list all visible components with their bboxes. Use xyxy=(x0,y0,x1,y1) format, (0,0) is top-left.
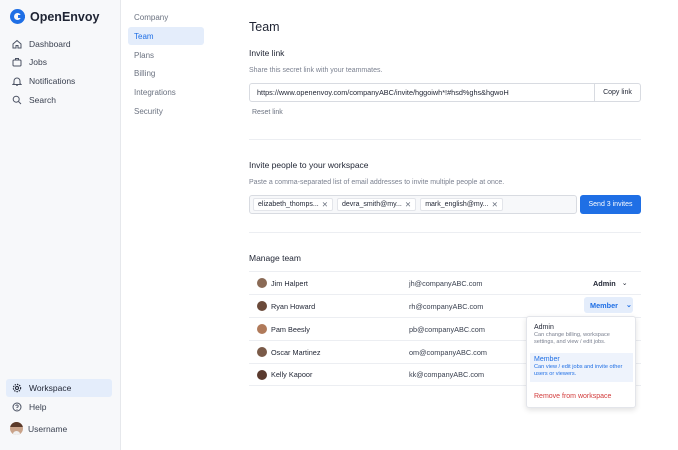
member-email: kk@companyABC.com xyxy=(409,370,485,379)
member-name: Oscar Martinez xyxy=(271,347,321,357)
logo-icon xyxy=(10,9,25,24)
subnav-item-team[interactable]: Team xyxy=(128,27,204,45)
reset-link-button[interactable]: Reset link xyxy=(252,109,283,116)
subnav-item-integrations[interactable]: Integrations xyxy=(128,83,204,101)
sidebar-item-label: Search xyxy=(29,95,56,105)
email-chip-label: elizabeth_thomps... xyxy=(258,201,319,208)
role-option-description: Can change billing, workspace settings, … xyxy=(534,332,610,346)
sidebar-item-dashboard[interactable]: Dashboard xyxy=(6,35,112,53)
divider xyxy=(249,139,641,140)
manage-team-heading: Manage team xyxy=(249,253,301,263)
sidebar-item-label: Notifications xyxy=(29,76,76,86)
sidebar-item-help[interactable]: Help xyxy=(6,398,112,416)
invite-link-url[interactable]: https://www.openenvoy.com/companyABC/inv… xyxy=(250,88,594,97)
sidebar-item-label: Jobs xyxy=(29,57,47,67)
email-chip-label: devra_smith@my... xyxy=(342,201,402,208)
subnav-item-company[interactable]: Company xyxy=(128,8,204,26)
avatar xyxy=(257,301,267,311)
home-icon xyxy=(12,39,22,49)
member-name: Kelly Kapoor xyxy=(271,370,313,379)
sidebar-item-workspace[interactable]: Workspace xyxy=(6,379,112,397)
chevron-down-icon: ⌄ xyxy=(621,280,628,287)
divider xyxy=(249,232,641,233)
invite-people-description: Paste a comma-separated list of email ad… xyxy=(249,179,505,186)
invite-link-description: Share this secret link with your teammat… xyxy=(249,67,383,74)
member-email: pb@companyABC.com xyxy=(409,324,485,334)
app-name: OpenEnvoy xyxy=(30,9,100,24)
avatar xyxy=(257,324,267,334)
sidebar-item-label: Help xyxy=(29,402,47,412)
table-row: Ryan Howard rh@companyABC.com xyxy=(249,294,641,317)
subnav-item-billing[interactable]: Billing xyxy=(128,64,204,82)
member-email: rh@companyABC.com xyxy=(409,301,484,311)
username-label: Username xyxy=(28,423,68,434)
role-option-admin[interactable]: Admin Can change billing, workspace sett… xyxy=(530,321,633,350)
gear-icon xyxy=(12,383,22,393)
app-logo[interactable]: OpenEnvoy xyxy=(10,9,99,24)
role-option-member[interactable]: Member Can view / edit jobs and invite o… xyxy=(530,353,633,382)
avatar xyxy=(10,422,23,435)
remove-from-workspace-option[interactable]: Remove from workspace xyxy=(530,390,633,403)
role-option-title: Member xyxy=(534,356,560,363)
member-email: jh@companyABC.com xyxy=(409,278,483,288)
search-icon xyxy=(12,95,22,105)
table-row: Jim Halpert jh@companyABC.com Admin ⌄ xyxy=(249,271,641,294)
user-menu[interactable]: Username xyxy=(10,422,67,435)
role-menu: Admin Can change billing, workspace sett… xyxy=(526,316,636,408)
sidebar: OpenEnvoy Dashboard Jobs Notifications S… xyxy=(0,0,121,450)
email-chip: devra_smith@my... ✕ xyxy=(337,198,417,211)
role-option-description: Can view / edit jobs and invite other us… xyxy=(534,364,623,378)
page-title: Team xyxy=(249,20,280,34)
subnav-item-plans[interactable]: Plans xyxy=(128,46,204,64)
role-label: Admin xyxy=(593,278,616,288)
member-name: Jim Halpert xyxy=(271,278,308,288)
close-icon[interactable]: ✕ xyxy=(405,200,411,209)
sidebar-item-label: Workspace xyxy=(29,383,72,393)
sidebar-item-search[interactable]: Search xyxy=(6,91,112,109)
invite-emails-input[interactable]: elizabeth_thomps... ✕ devra_smith@my... … xyxy=(249,195,577,214)
copy-link-button[interactable]: Copy link xyxy=(594,84,640,101)
role-dropdown-active[interactable]: Member ⌄ xyxy=(584,297,633,313)
sidebar-item-jobs[interactable]: Jobs xyxy=(6,53,112,71)
member-name: Pam Beesly xyxy=(271,324,310,334)
sidebar-item-label: Dashboard xyxy=(29,39,71,49)
avatar xyxy=(257,347,267,357)
email-chip: elizabeth_thomps... ✕ xyxy=(253,198,333,211)
close-icon[interactable]: ✕ xyxy=(492,200,498,209)
sidebar-item-notifications[interactable]: Notifications xyxy=(6,72,112,90)
role-option-title: Admin xyxy=(534,324,554,331)
chevron-down-icon: ⌄ xyxy=(625,302,632,309)
avatar xyxy=(257,369,267,380)
avatar xyxy=(257,278,267,288)
member-name: Ryan Howard xyxy=(271,301,316,311)
email-chip-label: mark_english@my... xyxy=(425,201,489,208)
role-option-title: Remove from workspace xyxy=(534,393,612,400)
close-icon[interactable]: ✕ xyxy=(322,200,328,209)
role-dropdown[interactable]: Admin ⌄ xyxy=(593,279,628,288)
bell-icon xyxy=(12,76,22,86)
email-chip: mark_english@my... ✕ xyxy=(420,198,503,211)
help-icon xyxy=(12,402,22,412)
invite-link-field[interactable]: https://www.openenvoy.com/companyABC/inv… xyxy=(249,83,641,102)
member-email: om@companyABC.com xyxy=(409,347,487,357)
invite-link-heading: Invite link xyxy=(249,48,285,58)
subnav-item-security[interactable]: Security xyxy=(128,102,204,120)
send-invites-button[interactable]: Send 3 invites xyxy=(580,195,641,214)
role-label: Member xyxy=(590,300,618,310)
briefcase-icon xyxy=(12,57,22,67)
invite-people-heading: Invite people to your workspace xyxy=(249,160,369,170)
